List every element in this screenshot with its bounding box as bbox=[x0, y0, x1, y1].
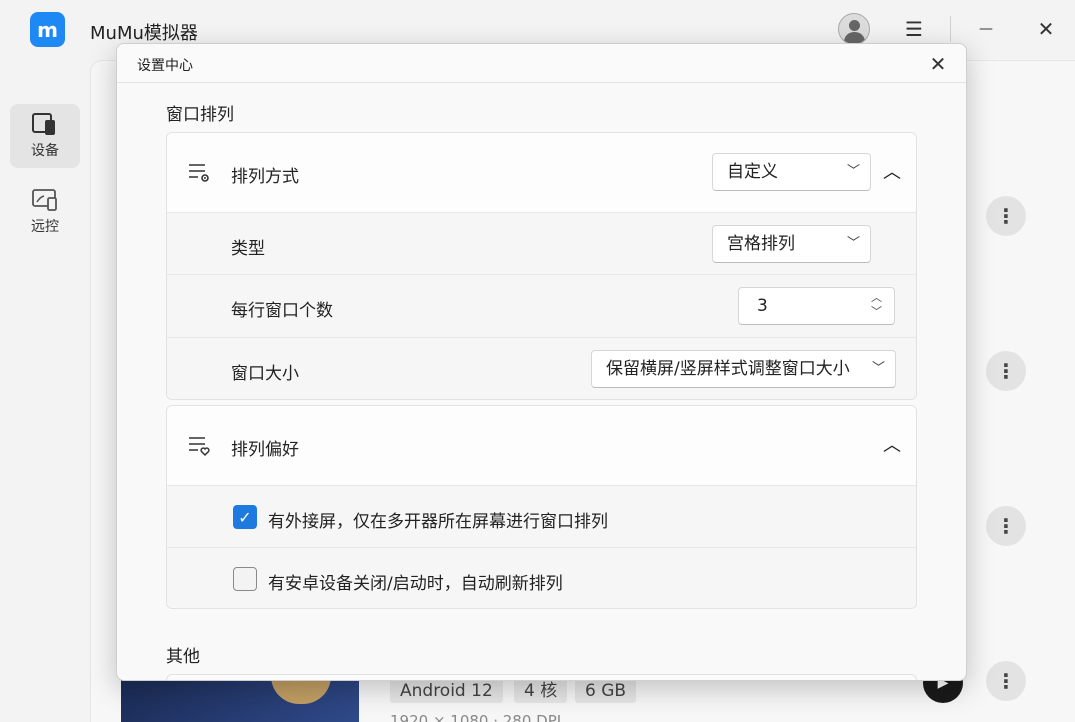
auto-refresh-checkbox[interactable] bbox=[233, 567, 257, 591]
setting-row-window-size: 窗口大小 保留横屏/竖屏样式调整窗口大小 ﹀ bbox=[167, 337, 916, 399]
minimize-button[interactable]: — bbox=[970, 14, 1002, 44]
menu-icon[interactable]: ☰ bbox=[898, 14, 930, 44]
arrange-type-select[interactable]: 宫格排列 ﹀ bbox=[712, 225, 871, 263]
remote-control-icon bbox=[31, 188, 59, 212]
app-title: MuMu模拟器 bbox=[90, 23, 198, 44]
more-options-icon[interactable]: ⋮ bbox=[986, 196, 1026, 236]
setting-label: 每行窗口个数 bbox=[231, 301, 333, 321]
settings-dialog: 设置中心 ✕ 窗口排列 排列方式 自定义 ﹀ ︿ 类型 宫格排列 ﹀ 每行窗口个… bbox=[116, 43, 967, 681]
sidebar: 设备 远控 bbox=[0, 60, 90, 722]
chevron-down-icon: ﹀ bbox=[871, 361, 885, 376]
mumu-logo-icon: m bbox=[30, 12, 65, 47]
setting-label: 窗口大小 bbox=[231, 364, 299, 384]
list-settings-icon bbox=[187, 162, 211, 182]
chevron-up-icon[interactable]: ︿ bbox=[882, 434, 902, 456]
list-heart-icon bbox=[187, 435, 211, 457]
close-window-button[interactable]: ✕ bbox=[1030, 14, 1062, 44]
select-value: 保留横屏/竖屏样式调整窗口大小 bbox=[606, 359, 850, 379]
device-tag-cpu: 4 核 bbox=[514, 679, 568, 703]
setting-row-type: 类型 宫格排列 ﹀ bbox=[167, 212, 916, 274]
arrange-mode-label: 排列方式 bbox=[231, 167, 299, 187]
stepper-arrows-icon[interactable]: ︿ ﹀ bbox=[871, 291, 882, 319]
stepper-value: 3 bbox=[757, 296, 768, 316]
arrange-preference-label: 排列偏好 bbox=[231, 440, 299, 460]
option-label: 有外接屏，仅在多开器所在屏幕进行窗口排列 bbox=[268, 512, 608, 532]
select-value: 宫格排列 bbox=[727, 234, 795, 254]
titlebar-divider bbox=[950, 16, 951, 42]
device-tag-os: Android 12 bbox=[390, 679, 503, 703]
arrange-preference-card: 排列偏好 ︿ ✓ 有外接屏，仅在多开器所在屏幕进行窗口排列 有安卓设备关闭/启动… bbox=[166, 405, 917, 609]
arrange-preference-header[interactable]: 排列偏好 ︿ bbox=[167, 406, 916, 485]
external-screen-checkbox[interactable]: ✓ bbox=[233, 505, 257, 529]
arrange-mode-card: 排列方式 自定义 ﹀ ︿ 类型 宫格排列 ﹀ 每行窗口个数 3 ︿﹀ 窗口大小 bbox=[166, 132, 917, 400]
more-options-icon[interactable]: ⋮ bbox=[986, 661, 1026, 701]
user-avatar[interactable] bbox=[838, 13, 870, 45]
more-options-icon[interactable]: ⋮ bbox=[986, 351, 1026, 391]
option-row-auto-refresh: 有安卓设备关闭/启动时，自动刷新排列 bbox=[167, 547, 916, 608]
device-thumbnail[interactable] bbox=[121, 676, 359, 722]
device-subtext: 1920 × 1080 · 280 DPI bbox=[390, 712, 562, 722]
option-row-external-screen: ✓ 有外接屏，仅在多开器所在屏幕进行窗口排列 bbox=[167, 485, 916, 547]
sidebar-item-label: 远控 bbox=[31, 219, 59, 235]
other-card bbox=[166, 674, 917, 680]
avatar-head-shape bbox=[849, 20, 860, 31]
chevron-down-icon: ﹀ bbox=[846, 236, 860, 251]
setting-label: 类型 bbox=[231, 239, 265, 259]
more-options-icon[interactable]: ⋮ bbox=[986, 506, 1026, 546]
devices-icon bbox=[31, 112, 59, 136]
window-size-select[interactable]: 保留横屏/竖屏样式调整窗口大小 ﹀ bbox=[591, 350, 896, 388]
setting-row-windows-per-row: 每行窗口个数 3 ︿ ﹀ bbox=[167, 274, 916, 337]
dialog-header: 设置中心 ✕ bbox=[117, 44, 966, 83]
option-label: 有安卓设备关闭/启动时，自动刷新排列 bbox=[268, 574, 563, 594]
arrange-mode-header[interactable]: 排列方式 自定义 ﹀ ︿ bbox=[167, 133, 916, 212]
arrange-mode-select[interactable]: 自定义 ﹀ bbox=[712, 153, 871, 191]
select-value: 自定义 bbox=[727, 162, 778, 182]
windows-per-row-stepper[interactable]: 3 ︿ ﹀ bbox=[738, 287, 895, 325]
sidebar-item-label: 设备 bbox=[31, 143, 59, 159]
device-tag-ram: 6 GB bbox=[575, 679, 637, 703]
section-title-window-arrange: 窗口排列 bbox=[166, 105, 234, 125]
dialog-title: 设置中心 bbox=[137, 58, 193, 74]
section-title-other: 其他 bbox=[166, 647, 200, 667]
chevron-up-icon[interactable]: ︿ bbox=[882, 161, 902, 183]
sidebar-item-devices[interactable]: 设备 bbox=[10, 104, 80, 168]
chevron-down-icon: ﹀ bbox=[846, 164, 860, 179]
sidebar-item-remote[interactable]: 远控 bbox=[10, 180, 80, 244]
close-icon[interactable]: ✕ bbox=[924, 50, 952, 78]
